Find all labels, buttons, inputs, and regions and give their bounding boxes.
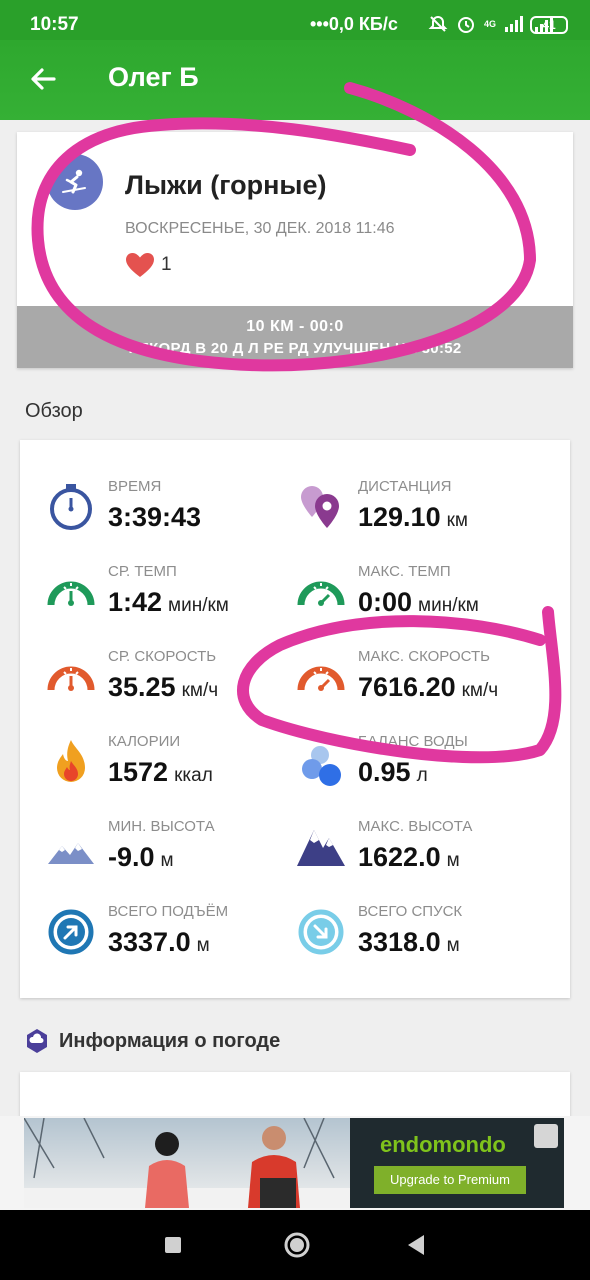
stat-label: СР. ТЕМП — [108, 563, 177, 580]
weather-hexagon-icon — [27, 1029, 47, 1053]
weather-section-title: Информация о погоде — [25, 1028, 280, 1054]
stat-min-altitude: МИН. ВЫСОТА -9.0 м — [46, 818, 306, 898]
stat-total-ascent: ВСЕГО ПОДЪЁМ 3337.0 м — [46, 903, 306, 983]
stat-value: 3:39:43 — [108, 502, 202, 532]
stat-water-balance: БАЛАНС ВОДЫ 0.95 л — [296, 733, 556, 813]
system-nav-bar — [0, 1210, 590, 1280]
signal-type: 4G — [484, 19, 497, 29]
arrow-left-icon[interactable] — [28, 64, 58, 94]
water-drops-icon — [302, 746, 341, 786]
signal-icon — [505, 16, 524, 32]
stat-value: 1622.0 м — [358, 842, 460, 872]
stat-max-pace: МАКС. ТЕМП 0:00 мин/км — [296, 563, 556, 643]
status-time: 10:57 — [30, 14, 79, 35]
orange-gauge-icon — [297, 666, 345, 691]
stopwatch-icon — [50, 484, 92, 530]
record-detail: РЕКОРД В 20 Д Л РЕ РД УЛУЧШЕН НА 30:52 — [128, 340, 462, 357]
stat-value: -9.0 м — [108, 842, 174, 872]
stat-calories: КАЛОРИИ 1572 ккал — [46, 733, 306, 813]
workout-card[interactable]: Лыжи (горные) ВОСКРЕСЕНЬЕ, 30 ДЕК. 2018 … — [17, 132, 573, 368]
stat-label: ДИСТАНЦИЯ — [358, 478, 452, 495]
stat-value: 129.10 км — [358, 502, 468, 532]
stat-max-speed: МАКС. СКОРОСТЬ 7616.20 км/ч — [296, 648, 556, 728]
green-gauge-icon — [47, 581, 95, 606]
stat-avg-speed: СР. СКОРОСТЬ 35.25 км/ч — [46, 648, 306, 728]
overview-title: Обзор — [25, 400, 83, 422]
endomondo-logo: endomondo — [380, 1132, 506, 1157]
ad-photo — [24, 1118, 350, 1208]
upgrade-button[interactable]: Upgrade to Premium — [374, 1166, 526, 1194]
stat-value: 0:00 мин/км — [358, 587, 479, 617]
stat-label: МАКС. ТЕМП — [358, 563, 451, 580]
likes-count: 1 — [161, 254, 172, 275]
stat-value: 1:42 мин/км — [108, 587, 229, 617]
high-mountain-icon — [297, 830, 345, 866]
ad-choices-icon[interactable] — [534, 1124, 558, 1148]
stat-label: ВРЕМЯ — [108, 478, 162, 495]
ascent-icon — [48, 909, 94, 955]
descent-icon — [298, 909, 344, 955]
stat-label: ВСЕГО СПУСК — [358, 903, 463, 920]
stat-distance: ДИСТАНЦИЯ 129.10 км — [296, 478, 556, 558]
stat-value: 3337.0 м — [108, 927, 210, 957]
stat-avg-pace: СР. ТЕМП 1:42 мин/км — [46, 563, 306, 643]
stat-label: МИН. ВЫСОТА — [108, 818, 215, 835]
workout-date: ВОСКРЕСЕНЬЕ, 30 ДЕК. 2018 11:46 — [125, 220, 395, 237]
ad-banner[interactable]: endomondo Upgrade to Premium — [0, 1116, 590, 1210]
green-gauge-icon — [297, 581, 345, 606]
flame-icon — [57, 740, 85, 782]
battery-indicator: 41 — [530, 16, 568, 34]
skier-icon — [47, 154, 103, 210]
stat-total-descent: ВСЕГО СПУСК 3318.0 м — [296, 903, 556, 983]
alarm-icon — [458, 17, 474, 33]
low-mountain-icon — [48, 843, 94, 864]
stat-label: КАЛОРИИ — [108, 733, 181, 750]
back-nav-icon[interactable] — [402, 1230, 432, 1260]
stat-label: ВСЕГО ПОДЪЁМ — [108, 903, 229, 920]
weather-title-text: Информация о погоде — [59, 1029, 281, 1052]
stat-label: МАКС. СКОРОСТЬ — [358, 648, 490, 665]
heart-icon[interactable] — [125, 252, 155, 278]
app-bar: Олег Б — [0, 40, 590, 120]
stat-value: 35.25 км/ч — [108, 672, 219, 702]
record-banner[interactable]: 10 КМ - 00:0 РЕКОРД В 20 Д Л РЕ РД УЛУЧШ… — [17, 306, 573, 368]
stat-value: 3318.0 м — [358, 927, 460, 957]
stat-label: СР. СКОРОСТЬ — [108, 648, 217, 665]
stat-value: 0.95 л — [358, 757, 428, 787]
stat-time: ВРЕМЯ 3:39:43 — [46, 478, 306, 558]
stat-label: МАКС. ВЫСОТА — [358, 818, 473, 835]
stat-value: 1572 ккал — [108, 757, 213, 787]
status-network-speed: •••0,0 КБ/с — [310, 14, 398, 34]
stat-max-altitude: МАКС. ВЫСОТА 1622.0 м — [296, 818, 556, 898]
stat-label: БАЛАНС ВОДЫ — [358, 733, 468, 750]
home-icon[interactable] — [282, 1230, 312, 1260]
map-pins-icon — [301, 486, 339, 528]
stat-value: 7616.20 км/ч — [358, 672, 499, 702]
sport-name: Лыжи (горные) — [125, 170, 327, 200]
mute-icon — [428, 15, 448, 32]
page-title: Олег Б — [108, 62, 199, 92]
likes[interactable]: 1 — [125, 252, 172, 278]
overview-card: ВРЕМЯ 3:39:43 ДИСТАНЦИЯ 129.10 км СР. ТЕМ… — [20, 440, 570, 998]
record-title: 10 КМ - 00:0 — [246, 318, 344, 335]
recent-apps-icon[interactable] — [158, 1230, 188, 1260]
orange-gauge-icon — [47, 666, 95, 691]
ad-brand-panel[interactable]: endomondo Upgrade to Premium — [350, 1118, 564, 1208]
